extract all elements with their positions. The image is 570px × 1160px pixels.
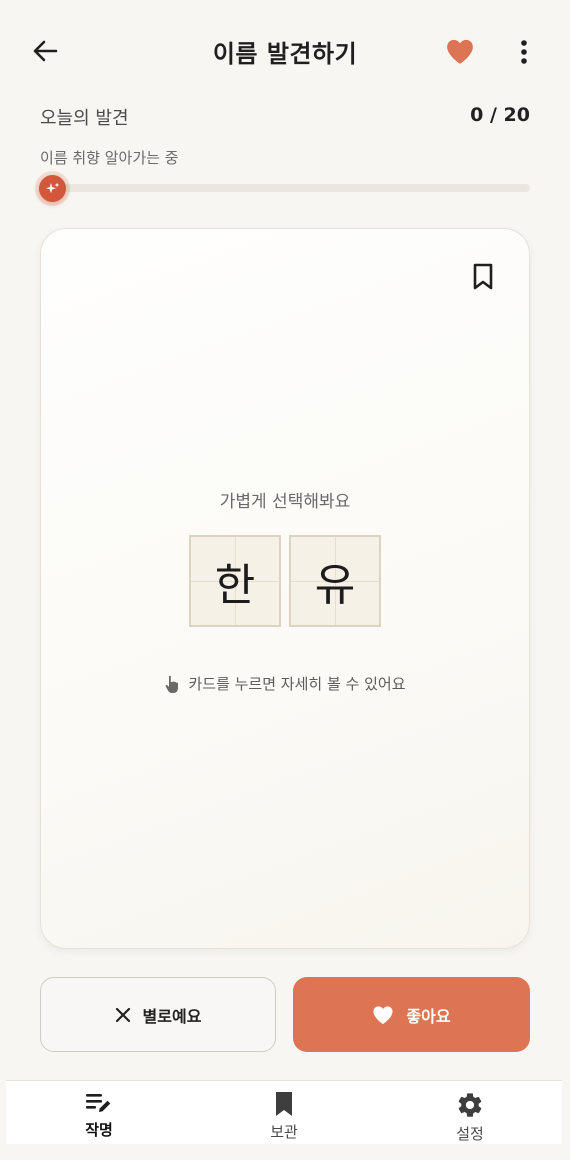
bookmark-outline-icon <box>473 263 493 290</box>
syllable-char: 유 <box>314 560 356 611</box>
bottom-nav: 작명 보관 설정 <box>6 1080 562 1144</box>
nav-label: 설정 <box>456 1125 484 1143</box>
name-card[interactable]: 가볍게 선택해봐요 한 유 카드를 누르면 자세히 볼 수 있어요 <box>40 228 530 949</box>
syllable-tile: 유 <box>289 535 381 627</box>
card-hint: 가볍게 선택해봐요 <box>219 492 351 512</box>
nav-item-saved[interactable]: 보관 <box>239 1091 329 1145</box>
like-button[interactable]: 좋아요 <box>293 977 530 1052</box>
more-options-button[interactable] <box>512 36 536 68</box>
nav-item-settings[interactable]: 설정 <box>425 1091 515 1145</box>
syllable-char: 한 <box>214 560 256 611</box>
nav-label: 보관 <box>270 1123 298 1141</box>
progress-count: 0 / 20 <box>470 104 530 126</box>
tap-finger-icon <box>166 675 179 693</box>
syllable-tile: 한 <box>189 535 281 627</box>
bookmark-button[interactable] <box>469 261 497 293</box>
progress-bar <box>40 184 530 192</box>
more-vertical-icon <box>521 40 527 64</box>
progress-label: 오늘의 발견 <box>40 108 129 129</box>
progress-subtitle: 이름 취향 알아가는 중 <box>40 149 179 167</box>
heart-icon <box>447 39 473 64</box>
nav-item-naming[interactable]: 작명 <box>54 1091 144 1145</box>
heart-icon <box>373 1005 393 1024</box>
favorites-button[interactable] <box>444 36 476 66</box>
screen: 이름 발견하기 오늘의 발견 0 / 20 이름 취향 알아가는 중 가볍게 선… <box>0 0 570 1160</box>
gear-icon <box>458 1093 482 1117</box>
tap-hint-text: 카드를 누르면 자세히 볼 수 있어요 <box>188 675 406 693</box>
app-header: 이름 발견하기 <box>0 0 570 104</box>
like-label: 좋아요 <box>406 1006 451 1026</box>
name-syllables: 한 유 <box>189 535 383 629</box>
progress-knob <box>39 175 66 202</box>
sparkle-icon <box>45 182 59 193</box>
dislike-label: 별로예요 <box>142 1006 202 1026</box>
page-title: 이름 발견하기 <box>212 40 358 68</box>
edit-list-icon <box>86 1094 111 1112</box>
dislike-button[interactable]: 별로예요 <box>40 977 276 1052</box>
bookmark-icon <box>276 1092 292 1116</box>
tap-hint: 카드를 누르면 자세히 볼 수 있어요 <box>41 673 529 694</box>
close-icon <box>115 1007 130 1022</box>
nav-label: 작명 <box>85 1121 113 1139</box>
